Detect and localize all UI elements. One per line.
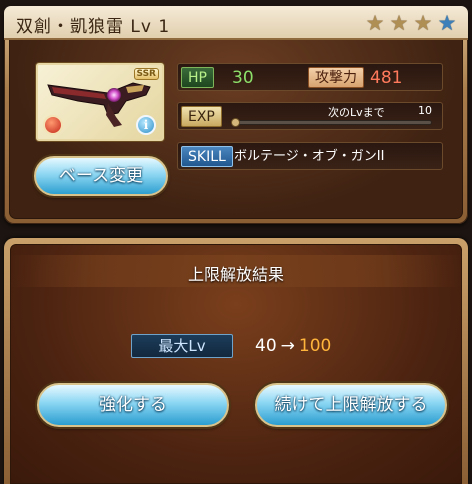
dialog-title: 上限解放結果 [187,265,284,284]
hp-atk-row: HP 30 攻撃力 481 [177,63,443,91]
rarity-stars: ★ ★ ★ ★ [364,12,458,34]
info-icon[interactable]: i [136,115,156,135]
skill-row[interactable]: SKILL ボルテージ・オブ・ガンII [177,142,443,170]
skill-name: ボルテージ・オブ・ガンII [234,149,385,164]
base-change-button[interactable]: ベース変更 [34,156,168,196]
exp-row: EXP 次のLvまで 10 [177,102,443,130]
star-filled-icon: ★ [413,11,433,35]
exp-progress-bar [231,118,432,127]
dialog-body: 上限解放結果 最大Lv 40 → 100 強化する 続けて上限解放する [10,244,462,484]
item-title: 双創・凱狼雷 Lv 1 [16,17,171,37]
arrow-right-icon: → [280,336,295,356]
max-lv-label: 最大Lv [131,334,233,358]
exp-next-value: 10 [418,104,432,117]
hp-label: HP [181,67,214,88]
exp-progress-knob [231,118,240,127]
continue-uncap-button[interactable]: 続けて上限解放する [255,383,447,427]
max-lv-from: 40 [255,336,277,356]
ssr-badge: SSR [133,68,159,80]
star-filled-icon: ★ [365,11,385,35]
atk-value: 481 [370,68,403,88]
enhance-button[interactable]: 強化する [37,383,229,427]
star-filled-icon: ★ [389,11,409,35]
exp-next-label: 次のLvまで [328,106,385,119]
exp-label: EXP [181,106,222,127]
item-card: 双創・凱狼雷 Lv 1 ★ ★ ★ ★ SSR i ベース変更 HP 30 攻撃… [4,6,468,224]
max-lv-to: 100 [298,336,332,356]
fire-element-icon [43,115,63,135]
hp-value: 30 [232,68,254,88]
skill-label: SKILL [181,146,233,167]
weapon-portrait[interactable]: SSR i [36,63,164,141]
star-empty-icon: ★ [437,11,457,35]
atk-label: 攻撃力 [308,67,364,88]
uncap-result-dialog: 上限解放結果 最大Lv 40 → 100 強化する 続けて上限解放する [4,238,468,484]
max-lv-change: 40 → 100 [255,336,331,356]
item-title-bar: 双創・凱狼雷 Lv 1 ★ ★ ★ ★ [4,6,468,40]
